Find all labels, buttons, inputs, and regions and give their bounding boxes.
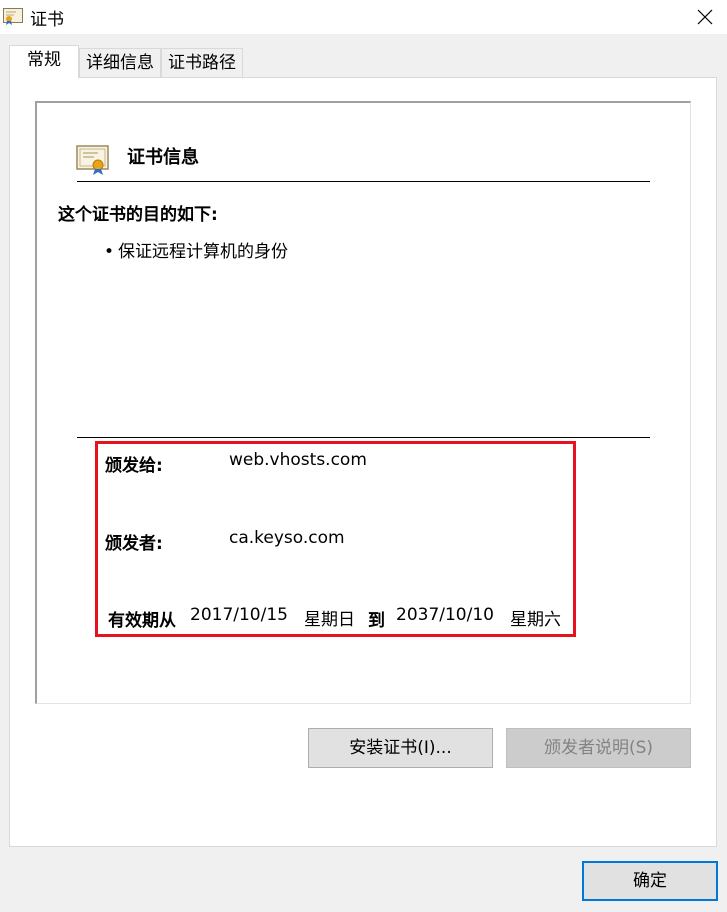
window-title: 证书 (30, 10, 64, 30)
install-certificate-button[interactable]: 安装证书(I)... (308, 728, 493, 768)
bullet: • (104, 242, 115, 262)
issued-to-label: 颁发给: (105, 456, 163, 476)
divider-top (77, 181, 650, 182)
divider-bottom (77, 437, 650, 438)
purpose-item: • 保证远程计算机的身份 (104, 237, 288, 262)
close-button[interactable] (684, 0, 727, 34)
valid-from-value: 2017/10/15 (190, 605, 288, 625)
issued-by-label: 颁发者: (105, 534, 163, 554)
purpose-text: 保证远程计算机的身份 (118, 242, 289, 262)
purpose-heading: 这个证书的目的如下: (58, 205, 218, 225)
valid-from-day: 星期日 (304, 610, 355, 630)
validity-label: 有效期从 (108, 611, 176, 631)
certificate-icon (3, 8, 23, 25)
title-bar: 证书 (0, 0, 727, 34)
issued-by-value: ca.keyso.com (229, 528, 345, 548)
ok-button[interactable]: 确定 (582, 861, 718, 901)
issued-to-value: web.vhosts.com (229, 450, 367, 470)
certificate-icon (76, 144, 110, 180)
to-label: 到 (368, 611, 385, 631)
issuer-statement-button[interactable]: 颁发者说明(S) (506, 728, 691, 768)
valid-to-value: 2037/10/10 (396, 605, 494, 625)
tab-cert-path[interactable]: 证书路径 (161, 48, 243, 78)
tab-general[interactable]: 常规 (9, 45, 79, 78)
close-icon (697, 9, 713, 25)
tab-details[interactable]: 详细信息 (79, 48, 161, 78)
valid-to-day: 星期六 (510, 610, 561, 630)
cert-info-title: 证书信息 (127, 147, 199, 168)
